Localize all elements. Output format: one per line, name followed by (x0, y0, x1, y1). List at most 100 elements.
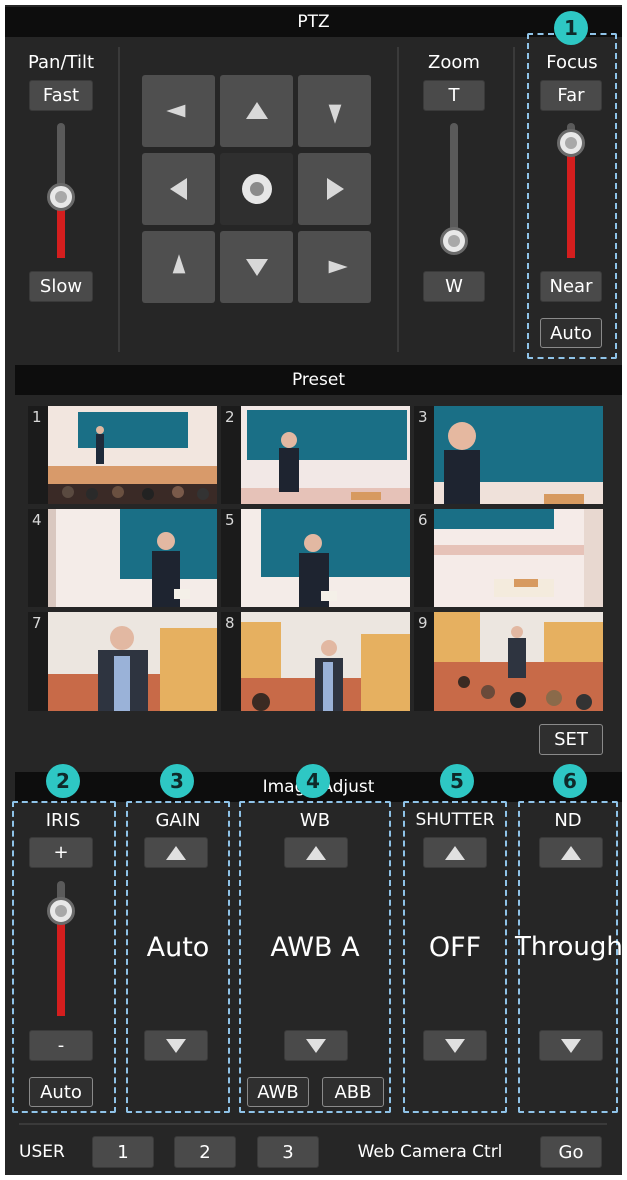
footer-divider (19, 1123, 607, 1125)
up-triangle-icon (561, 845, 581, 860)
zoom-slider-knob[interactable] (440, 227, 468, 255)
focus-auto-button[interactable]: Auto (540, 318, 602, 348)
user-1-button[interactable]: 1 (92, 1136, 154, 1168)
down-left-button[interactable] (142, 231, 215, 303)
preset-header: Preset (15, 365, 622, 395)
shutter-up-button[interactable] (423, 837, 487, 868)
callout-1-badge: 1 (554, 11, 588, 45)
nd-down-button[interactable] (539, 1030, 603, 1061)
preset-number-2: 2 (225, 408, 235, 426)
user-3-button[interactable]: 3 (257, 1136, 319, 1168)
left-arrow-icon (169, 178, 187, 200)
zoom-label: Zoom (428, 52, 480, 73)
down-left-arrow-icon (172, 254, 185, 274)
pan-tilt-fast-button[interactable]: Fast (29, 80, 93, 111)
up-button[interactable] (220, 75, 293, 147)
preset-image-9 (434, 612, 603, 711)
wb-abb-button[interactable]: ABB (322, 1077, 384, 1107)
nd-value: Through (515, 932, 623, 962)
preset-thumbnail-9[interactable]: 9 (414, 612, 603, 711)
wb-value: AWB A (270, 932, 360, 963)
preset-number-5: 5 (225, 511, 235, 529)
up-triangle-icon (306, 845, 326, 860)
web-camera-ctrl-label: Web Camera Ctrl (357, 1142, 503, 1162)
zoom-wide-button[interactable]: W (423, 271, 485, 302)
preset-image-8 (241, 612, 410, 711)
preset-title: Preset (291, 370, 345, 390)
focus-far-button[interactable]: Far (540, 80, 602, 111)
preset-thumbnail-3[interactable]: 3 (414, 406, 603, 504)
focus-label: Focus (546, 52, 598, 73)
preset-thumbnail-6[interactable]: 6 (414, 509, 603, 607)
iris-plus-button[interactable]: + (29, 837, 93, 868)
pan-tilt-slow-button[interactable]: Slow (29, 271, 93, 302)
ptz-divider-2 (397, 47, 399, 352)
wb-down-button[interactable] (284, 1030, 348, 1061)
focus-near-button[interactable]: Near (540, 271, 602, 302)
ptz-title: PTZ (297, 12, 330, 32)
zoom-tele-button[interactable]: T (423, 80, 485, 111)
preset-thumbnail-2[interactable]: 2 (221, 406, 410, 504)
callout-6-badge: 6 (553, 764, 587, 798)
wb-awb-button[interactable]: AWB (247, 1077, 309, 1107)
preset-image-2 (241, 406, 410, 504)
preset-thumbnail-7[interactable]: 7 (28, 612, 217, 711)
callout-5-badge: 5 (440, 764, 474, 798)
preset-number-8: 8 (225, 614, 235, 632)
down-triangle-icon (306, 1038, 326, 1053)
gain-down-button[interactable] (144, 1030, 208, 1061)
left-button[interactable] (142, 153, 215, 225)
ptz-divider-1 (118, 47, 120, 352)
right-arrow-icon (326, 178, 344, 200)
up-left-button[interactable] (142, 75, 215, 147)
shutter-value: OFF (428, 932, 482, 963)
pan-tilt-label: Pan/Tilt (27, 52, 95, 73)
up-right-arrow-icon (328, 104, 341, 124)
down-right-arrow-icon (328, 260, 348, 274)
right-button[interactable] (298, 153, 371, 225)
iris-label: IRIS (45, 810, 81, 831)
down-button[interactable] (220, 231, 293, 303)
wb-up-button[interactable] (284, 837, 348, 868)
iris-fill (57, 910, 65, 1016)
preset-number-1: 1 (32, 408, 42, 426)
preset-thumbnail-8[interactable]: 8 (221, 612, 410, 711)
preset-thumbnail-4[interactable]: 4 (28, 509, 217, 607)
user-2-button[interactable]: 2 (174, 1136, 236, 1168)
preset-thumbnail-5[interactable]: 5 (221, 509, 410, 607)
shutter-down-button[interactable] (423, 1030, 487, 1061)
pan-tilt-speed-slider-knob[interactable] (47, 183, 75, 212)
up-right-button[interactable] (298, 75, 371, 147)
up-arrow-icon (245, 102, 268, 119)
down-triangle-icon (166, 1038, 186, 1053)
home-position-icon (241, 174, 272, 204)
iris-minus-button[interactable]: - (29, 1030, 93, 1061)
preset-number-3: 3 (418, 408, 428, 426)
nd-up-button[interactable] (539, 837, 603, 868)
preset-image-4 (48, 509, 217, 607)
preset-image-5 (241, 509, 410, 607)
gain-up-button[interactable] (144, 837, 208, 868)
ptz-divider-3 (513, 47, 515, 352)
up-left-arrow-icon (165, 104, 185, 118)
camera-control-panel: PTZ Pan/Tilt Fast Slow Zoom T W 1 Focus … (5, 5, 623, 1175)
wb-label: WB (299, 810, 331, 831)
zoom-track[interactable] (450, 123, 458, 241)
up-triangle-icon (166, 845, 186, 860)
preset-thumbnail-1[interactable]: 1 (28, 406, 217, 504)
down-triangle-icon (445, 1038, 465, 1053)
focus-fill (567, 143, 575, 258)
preset-set-button[interactable]: SET (539, 724, 603, 755)
web-camera-go-button[interactable]: Go (540, 1136, 602, 1168)
home-button[interactable] (220, 153, 293, 225)
down-right-button[interactable] (298, 231, 371, 303)
iris-slider-knob[interactable] (47, 896, 75, 925)
pan-tilt-direction-pad (142, 75, 374, 305)
callout-4-badge: 4 (296, 764, 330, 798)
preset-image-1 (48, 406, 217, 504)
callout-2-badge: 2 (46, 764, 80, 798)
iris-auto-button[interactable]: Auto (29, 1077, 93, 1107)
preset-grid: 1 2 3 4 5 6 7 8 9 (28, 406, 603, 711)
preset-image-7 (48, 612, 217, 711)
callout-3-badge: 3 (160, 764, 194, 798)
